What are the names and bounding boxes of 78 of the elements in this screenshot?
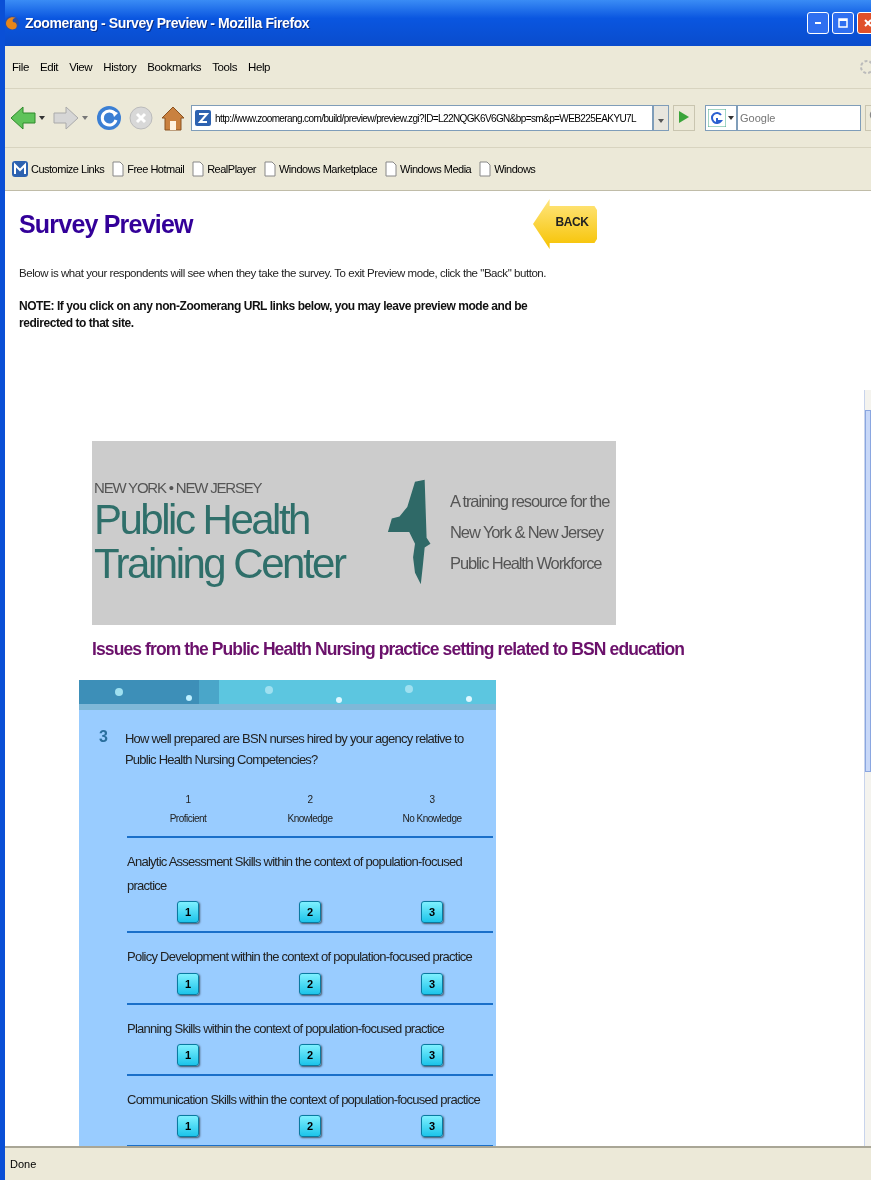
rating-button[interactable]: 2 <box>299 1115 321 1138</box>
item-text: Planning Skills within the context of population-focused practice <box>127 1019 445 1038</box>
page-icon <box>385 161 398 177</box>
go-button[interactable] <box>673 105 695 131</box>
rating-button[interactable]: 1 <box>177 901 199 924</box>
scale-number: 3 <box>429 793 435 808</box>
maximize-icon <box>838 18 848 28</box>
rating-button[interactable]: 1 <box>177 972 199 995</box>
caret-icon <box>658 118 664 123</box>
reload-icon[interactable] <box>95 104 123 132</box>
bookmark-label: RealPlayer <box>207 163 256 175</box>
window-title: Zoomerang - Survey Preview - Mozilla Firefox <box>25 15 310 31</box>
rating-button[interactable]: 2 <box>299 972 321 995</box>
page-icon <box>112 161 125 177</box>
bookmark-label: Windows <box>494 163 536 175</box>
m-logo-icon <box>12 161 28 177</box>
page-icon <box>192 161 205 177</box>
banner-name: Training Center <box>94 542 346 587</box>
site-icon <box>195 110 211 126</box>
history-dropdown-button[interactable] <box>653 105 669 131</box>
minimize-button[interactable] <box>807 12 829 34</box>
maximize-button[interactable] <box>832 12 854 34</box>
banner-name: Public Health <box>94 498 310 543</box>
scrollbar-thumb[interactable] <box>865 409 871 772</box>
bookmark-label: Customize Links <box>31 163 105 175</box>
rating-button[interactable]: 3 <box>421 1044 443 1067</box>
banner-tagline: A training resource for the <box>450 490 610 512</box>
rating-button[interactable]: 3 <box>421 972 443 995</box>
status-text: Done <box>10 1158 37 1170</box>
scale-label: Proficient <box>169 812 207 827</box>
play-arrow-icon <box>679 110 689 123</box>
menu-item[interactable]: View <box>69 61 93 73</box>
home-icon[interactable] <box>159 104 187 132</box>
menu-item[interactable]: Tools <box>212 61 238 73</box>
bookmark-label: Windows Marketplace <box>279 163 378 175</box>
scale-label: Knowledge <box>287 812 333 827</box>
intro-text: Below is what your respondents will see when they take the survey. To exit Preview mode, click the "Back" button. <box>19 267 548 279</box>
menu-item[interactable]: History <box>103 61 137 73</box>
banner-tagline: New York & New Jersey <box>450 521 605 543</box>
question-text: How well prepared are BSN nurses hired by your agency relative to Public Health Nursing Competencies? <box>124 729 465 770</box>
scale-number: 1 <box>185 793 191 808</box>
firefox-icon <box>5 15 20 31</box>
search-field[interactable]: Google <box>737 105 861 131</box>
throbber-icon <box>859 59 871 75</box>
survey-heading: Issues from the Public Health Nursing practice setting related to BSN education <box>92 638 686 660</box>
banner-region: NEW YORK • NEW JERSEY <box>94 479 263 496</box>
item-text: Analytic Assessment Skills within the context of population-focused practice <box>127 853 463 895</box>
scale-label: No Knowledge <box>402 812 462 827</box>
menu-item[interactable]: Bookmarks <box>147 61 202 73</box>
rating-button[interactable]: 1 <box>177 1044 199 1067</box>
rating-button[interactable]: 3 <box>421 1115 443 1138</box>
page-icon <box>479 161 492 177</box>
menu-item[interactable]: Edit <box>39 61 59 73</box>
close-icon <box>863 18 871 28</box>
bookmark-label: Windows Media <box>400 163 472 175</box>
minimize-icon <box>815 22 821 24</box>
banner-tagline: Public Health Workforce <box>450 553 603 575</box>
url-field[interactable]: http://www.zoomerang.com/build/preview/preview.zgi?ID=L22NQGK6V6GN&bp=sm&p=WEB225EAKYU7L <box>191 105 653 131</box>
dropdown-icon[interactable] <box>39 116 45 120</box>
back-button[interactable]: BACK <box>533 199 597 249</box>
caret-icon <box>728 116 734 120</box>
page-title: Survey Preview <box>19 209 193 239</box>
scale-number: 2 <box>307 793 313 808</box>
item-text: Communication Skills within the context of population-focused practice <box>127 1091 481 1110</box>
rating-button[interactable]: 3 <box>421 901 443 924</box>
item-text: Policy Development within the context of population-focused practice <box>127 948 473 967</box>
rating-button[interactable]: 2 <box>299 901 321 924</box>
rating-button[interactable]: 1 <box>177 1115 199 1138</box>
search-engine-button[interactable] <box>705 105 737 131</box>
scrollbar[interactable] <box>864 389 871 1146</box>
menu-item[interactable]: File <box>12 61 29 73</box>
bookmark-label: Free Hotmail <box>127 163 185 175</box>
note-text: NOTE: If you click on any non-Zoomerang URL links below, you may leave preview mode and be redirected to that site. <box>19 298 529 332</box>
rating-button[interactable]: 2 <box>299 1044 321 1067</box>
g-logo-icon <box>708 109 726 127</box>
page-icon <box>264 161 276 177</box>
menu-item[interactable]: Help <box>248 61 271 73</box>
question-number: 3 <box>99 727 108 747</box>
